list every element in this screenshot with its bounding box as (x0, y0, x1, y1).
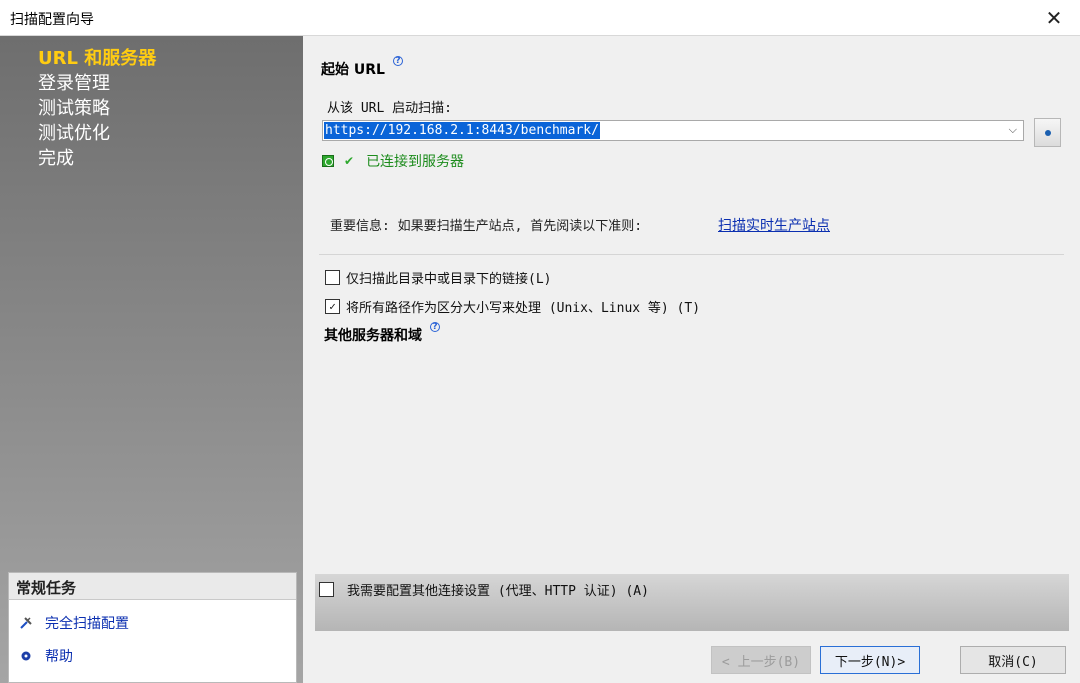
back-button[interactable]: < 上一步(B) (711, 646, 811, 674)
step-finish[interactable]: 完成 (38, 146, 156, 171)
url-options-button[interactable] (1034, 118, 1061, 147)
start-url-title: 起始 URL (321, 62, 385, 78)
connection-status-text: 已连接到服务器 (366, 154, 465, 170)
close-icon[interactable]: ✕ (1040, 4, 1068, 32)
start-url-value: https://192.168.2.1:8443/benchmark/ (324, 122, 600, 139)
next-button[interactable]: 下一步(N)> (820, 646, 920, 674)
start-url-help-icon[interactable]: ? (392, 56, 403, 66)
important-info-text: 重要信息: 如果要扫描生产站点, 首先阅读以下准则: (330, 219, 643, 234)
live-site-scan-link[interactable]: 扫描实时生产站点 (718, 215, 830, 235)
option-scan-directory-only-label: 仅扫描此目录中或目录下的链接(L) (346, 272, 552, 287)
chevron-down-icon[interactable]: ⌵ (1009, 123, 1017, 137)
step-login-management[interactable]: 登录管理 (38, 71, 156, 96)
checkbox[interactable] (319, 582, 334, 597)
checkbox-checked[interactable]: ✓ (325, 299, 340, 314)
extra-connection-bar: 我需要配置其他连接设置 (代理、HTTP 认证) (A) (315, 574, 1069, 631)
wizard-sidebar: URL 和服务器 登录管理 测试策略 测试优化 完成 常规任务 完全扫描配置 帮… (0, 36, 303, 683)
common-tasks-panel: 常规任务 完全扫描配置 帮助 (8, 572, 297, 683)
wizard-steps: URL 和服务器 登录管理 测试策略 测试优化 完成 (38, 46, 156, 171)
other-servers-help-icon[interactable]: ? (430, 322, 440, 332)
other-servers-title: 其他服务器和域 (324, 328, 422, 344)
check-icon: ✔ (344, 154, 355, 168)
step-test-policy[interactable]: 测试策略 (38, 96, 156, 121)
option-case-sensitive-paths[interactable]: ✓ 将所有路径作为区分大小写来处理 (Unix、Linux 等) (T) (325, 297, 700, 316)
option-extra-connection-settings-label: 我需要配置其他连接设置 (代理、HTTP 认证) (A) (347, 584, 649, 599)
globe-icon (1044, 129, 1051, 136)
help-icon (19, 649, 33, 663)
divider (319, 254, 1064, 255)
option-case-sensitive-paths-label: 将所有路径作为区分大小写来处理 (Unix、Linux 等) (T) (346, 301, 701, 316)
step-url-and-servers[interactable]: URL 和服务器 (38, 46, 156, 71)
full-scan-config-label: 完全扫描配置 (45, 616, 129, 632)
connection-status: ✔ 已连接到服务器 (322, 151, 464, 171)
common-tasks-header: 常规任务 (9, 573, 296, 600)
start-url-label: 从该 URL 启动扫描: (327, 101, 452, 116)
refresh-icon[interactable] (322, 155, 334, 167)
start-url-heading: 起始 URL ? (321, 56, 403, 79)
checkbox[interactable] (325, 270, 340, 285)
full-scan-config-link[interactable]: 完全扫描配置 (19, 612, 129, 634)
title-bar: 扫描配置向导 ✕ (0, 0, 1080, 36)
window-title: 扫描配置向导 (10, 12, 94, 28)
option-scan-directory-only[interactable]: 仅扫描此目录中或目录下的链接(L) (325, 268, 551, 287)
help-link[interactable]: 帮助 (19, 645, 73, 667)
wizard-main: 起始 URL ? 从该 URL 启动扫描: https://192.168.2.… (303, 36, 1080, 683)
wrench-icon (19, 616, 33, 630)
other-servers-heading: 其他服务器和域 ? (324, 322, 440, 345)
option-extra-connection-settings[interactable]: 我需要配置其他连接设置 (代理、HTTP 认证) (A) (319, 580, 649, 599)
start-url-input[interactable]: https://192.168.2.1:8443/benchmark/ ⌵ (322, 120, 1024, 141)
cancel-button[interactable]: 取消(C) (960, 646, 1066, 674)
step-test-optimization[interactable]: 测试优化 (38, 121, 156, 146)
help-label: 帮助 (45, 649, 73, 665)
